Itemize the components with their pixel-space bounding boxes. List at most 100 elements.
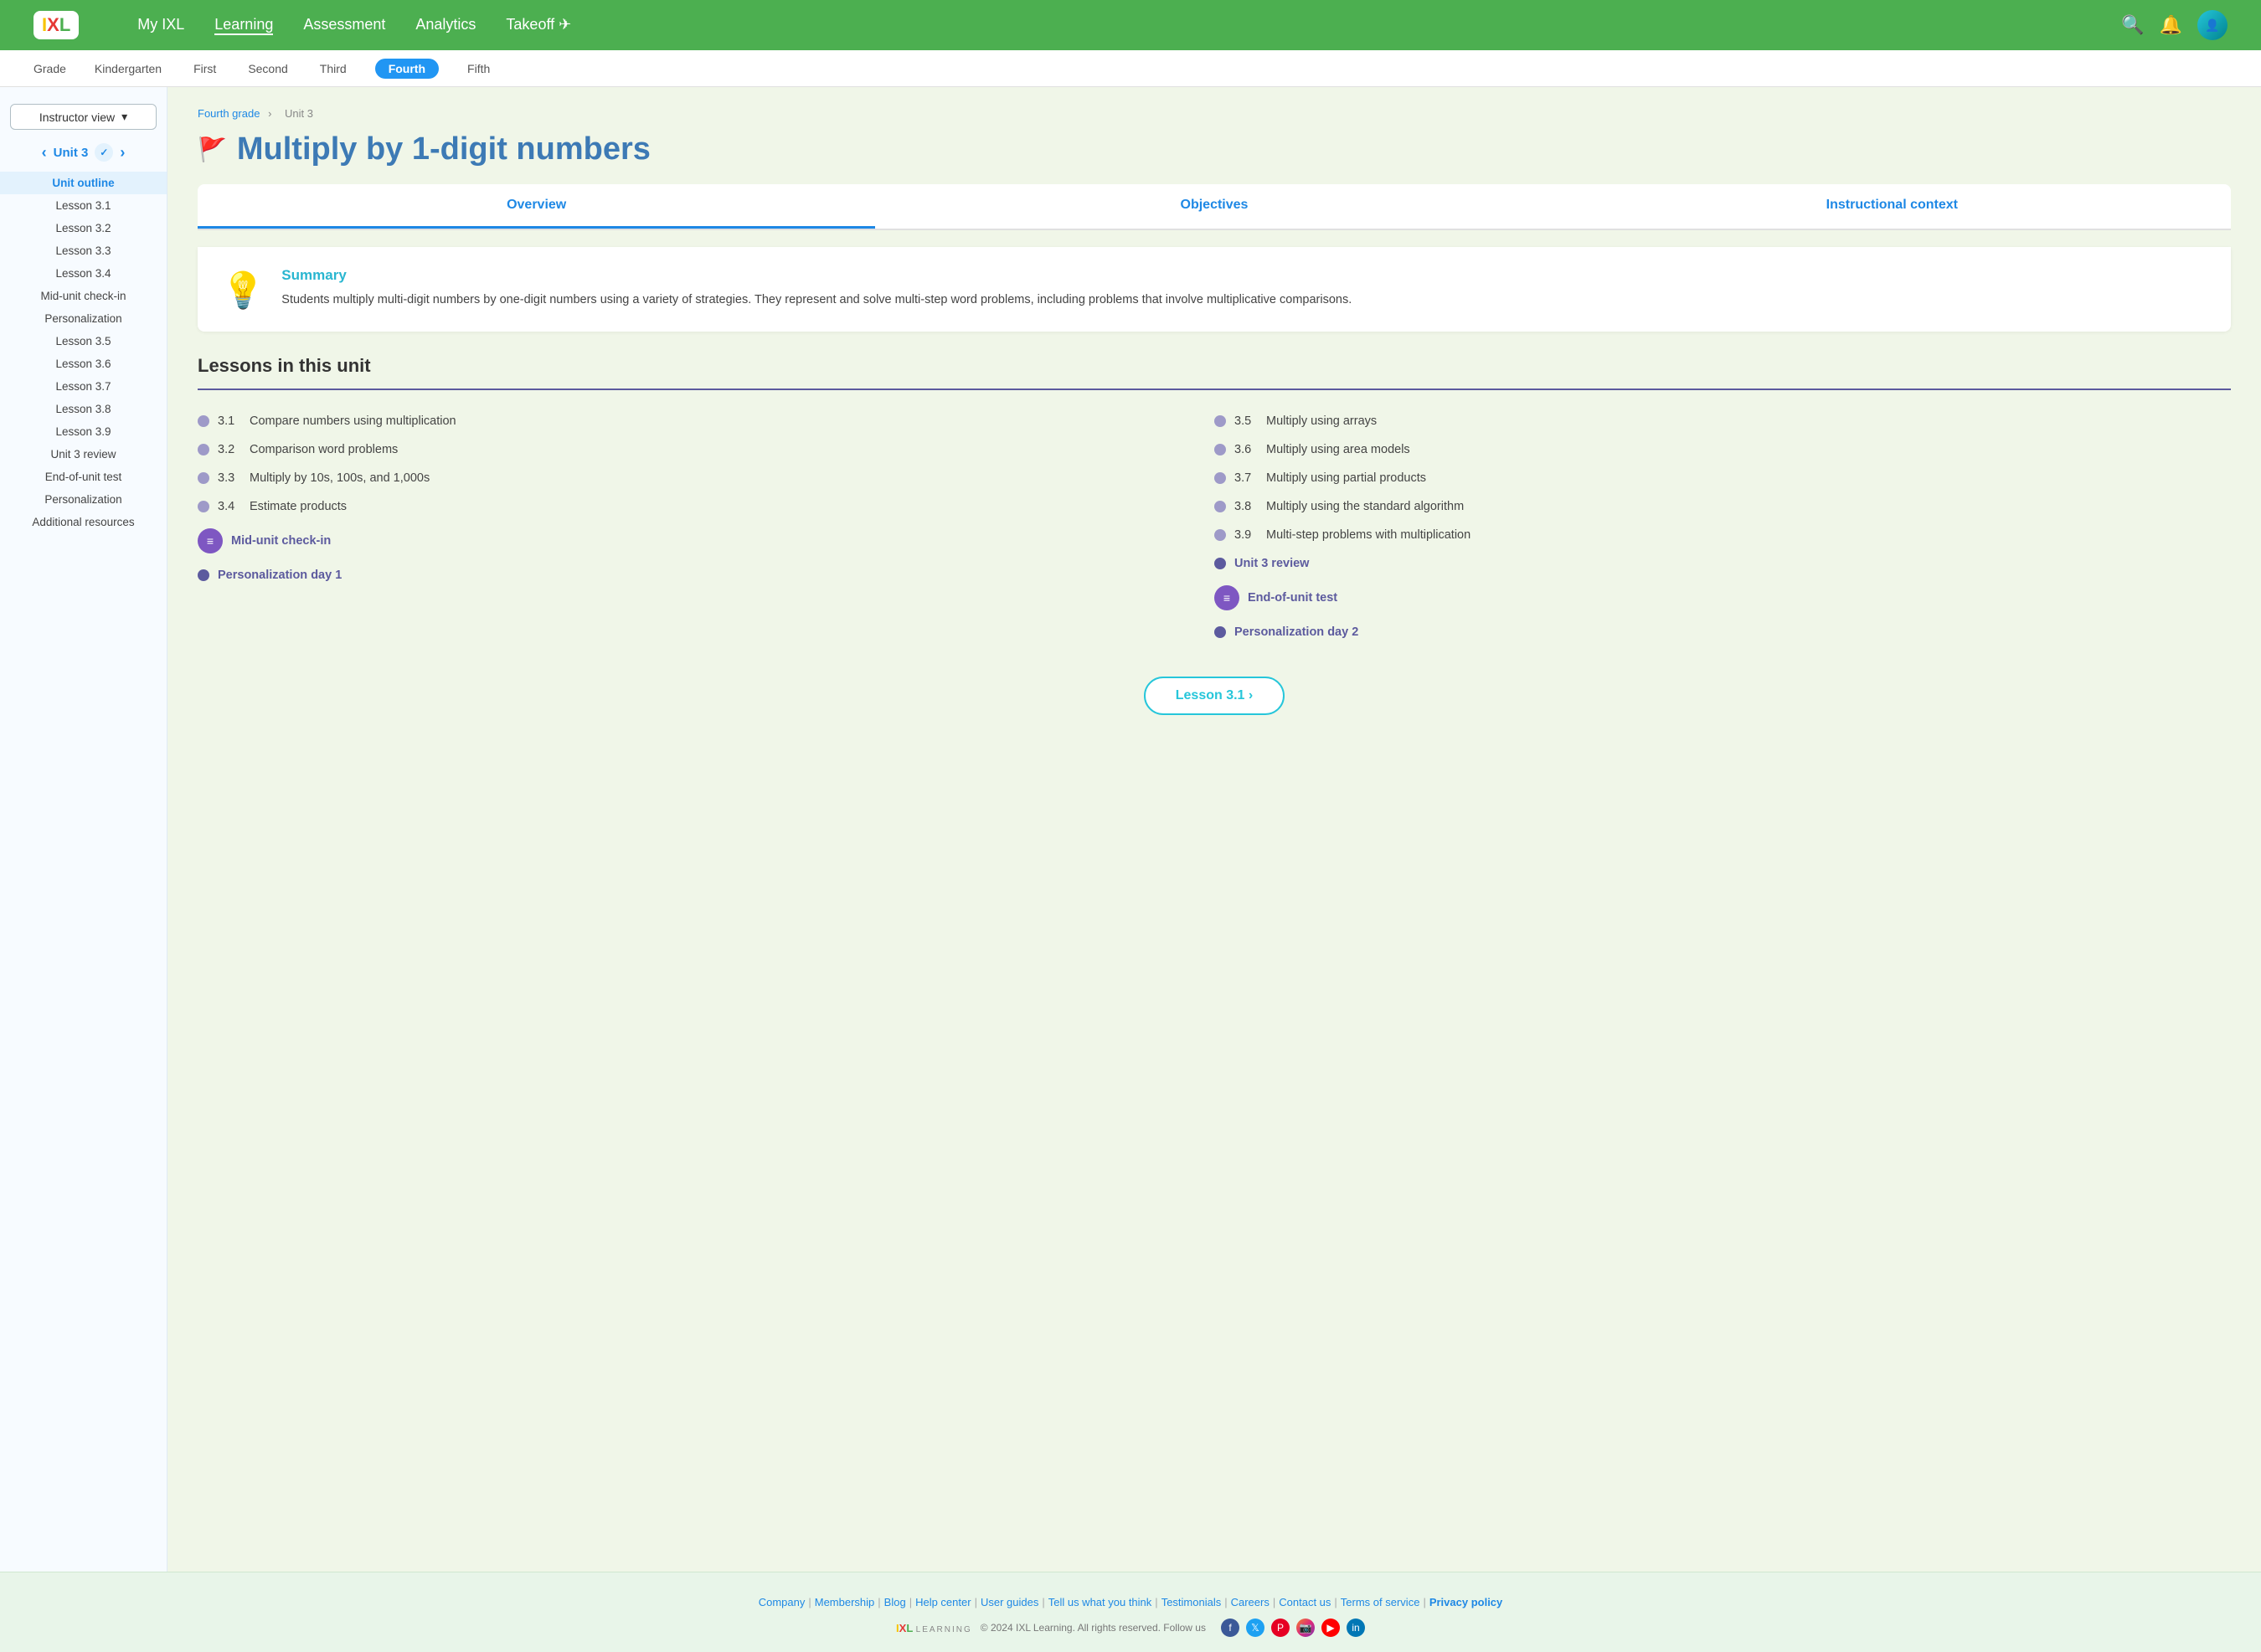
sidebar-item-lesson-3-2[interactable]: Lesson 3.2 [0,217,167,239]
sidebar-item-lesson-3-3[interactable]: Lesson 3.3 [0,239,167,262]
flag-icon: 🚩 [198,136,227,163]
lessons-divider [198,389,2231,390]
summary-text: Summary Students multiply multi-digit nu… [281,267,1352,310]
footer-company[interactable]: Company [759,1596,806,1608]
list-item[interactable]: 3.1 Compare numbers using multiplication [198,407,1214,435]
footer-careers[interactable]: Careers [1231,1596,1270,1608]
lesson-dot [198,569,209,581]
lessons-grid: 3.1 Compare numbers using multiplication… [198,407,2231,646]
list-item[interactable]: Personalization day 2 [1214,618,2231,646]
sidebar-item-lesson-3-7[interactable]: Lesson 3.7 [0,375,167,398]
list-item[interactable]: 3.4 Estimate products [198,492,1214,521]
grade-bar: Grade Kindergarten First Second Third Fo… [0,50,2261,87]
nav-analytics[interactable]: Analytics [415,16,476,35]
instructor-view-dropdown[interactable]: Instructor view ▾ [10,104,157,130]
next-unit-arrow[interactable]: › [120,144,125,162]
next-lesson-button[interactable]: Lesson 3.1 › [1144,677,1285,715]
list-item[interactable]: 3.7 Multiply using partial products [1214,464,2231,492]
list-item[interactable]: 3.8 Multiply using the standard algorith… [1214,492,2231,521]
footer: Company | Membership | Blog | Help cente… [0,1572,2261,1652]
lessons-section-title: Lessons in this unit [198,355,2231,377]
grade-fifth[interactable]: Fifth [464,62,493,75]
footer-terms[interactable]: Terms of service [1341,1596,1420,1608]
instagram-icon[interactable]: 📷 [1296,1619,1315,1637]
notification-icon[interactable]: 🔔 [2160,14,2182,36]
grade-kindergarten[interactable]: Kindergarten [91,62,165,75]
footer-privacy[interactable]: Privacy policy [1429,1596,1502,1608]
tab-instructional-context[interactable]: Instructional context [1553,184,2231,229]
list-item[interactable]: ≡ Mid-unit check-in [198,521,1214,561]
sidebar-item-lesson-3-5[interactable]: Lesson 3.5 [0,330,167,353]
sidebar-item-lesson-3-4[interactable]: Lesson 3.4 [0,262,167,285]
facebook-icon[interactable]: f [1221,1619,1239,1637]
sidebar-item-end-of-unit-test[interactable]: End-of-unit test [0,466,167,488]
breadcrumb: Fourth grade › Unit 3 [198,107,2231,120]
list-item[interactable]: 3.5 Multiply using arrays [1214,407,2231,435]
summary-body: Students multiply multi-digit numbers by… [281,291,1352,310]
list-item[interactable]: 3.2 Comparison word problems [198,435,1214,464]
sidebar-item-personalization-1[interactable]: Personalization [0,307,167,330]
list-item[interactable]: 3.9 Multi-step problems with multiplicat… [1214,521,2231,549]
list-item[interactable]: 3.6 Multiply using area models [1214,435,2231,464]
pinterest-icon[interactable]: P [1271,1619,1290,1637]
breadcrumb-sep: › [268,107,275,120]
linkedin-icon[interactable]: in [1347,1619,1365,1637]
footer-membership[interactable]: Membership [815,1596,875,1608]
footer-logo-row: IXL LEARNING © 2024 IXL Learning. All ri… [33,1619,2228,1637]
footer-testimonials[interactable]: Testimonials [1161,1596,1222,1608]
grade-fourth[interactable]: Fourth [375,59,439,79]
prev-unit-arrow[interactable]: ‹ [42,144,47,162]
nav-takeoff[interactable]: Takeoff ✈ [506,16,571,35]
sidebar-item-additional-resources[interactable]: Additional resources [0,511,167,533]
tab-overview[interactable]: Overview [198,184,875,229]
page-title: 🚩 Multiply by 1-digit numbers [198,131,2231,167]
end-unit-icon: ≡ [1214,585,1239,610]
tab-objectives[interactable]: Objectives [875,184,1553,229]
unit-nav: ‹ Unit 3 ✓ › [0,143,167,162]
lesson-dot [198,444,209,455]
grade-second[interactable]: Second [245,62,291,75]
sidebar-item-unit-3-review[interactable]: Unit 3 review [0,443,167,466]
breadcrumb-parent[interactable]: Fourth grade [198,107,260,120]
twitter-icon[interactable]: 𝕏 [1246,1619,1264,1637]
avatar[interactable]: 👤 [2197,10,2228,40]
sidebar-item-lesson-3-9[interactable]: Lesson 3.9 [0,420,167,443]
youtube-icon[interactable]: ▶ [1321,1619,1340,1637]
sidebar-item-mid-unit-check-in[interactable]: Mid-unit check-in [0,285,167,307]
unit-label: Unit 3 [54,146,89,160]
logo-l: L [59,14,70,36]
list-item[interactable]: Personalization day 1 [198,561,1214,589]
lesson-dot [1214,529,1226,541]
nav-learning[interactable]: Learning [214,16,273,35]
footer-help-center[interactable]: Help center [915,1596,971,1608]
grade-label: Grade [33,62,66,75]
lesson-dot [1214,626,1226,638]
list-item[interactable]: ≡ End-of-unit test [1214,578,2231,618]
list-item[interactable]: Unit 3 review [1214,549,2231,578]
sidebar-item-lesson-3-8[interactable]: Lesson 3.8 [0,398,167,420]
sidebar-item-lesson-3-6[interactable]: Lesson 3.6 [0,353,167,375]
search-icon[interactable]: 🔍 [2121,14,2144,36]
lesson-dot [1214,558,1226,569]
lessons-right-col: 3.5 Multiply using arrays 3.6 Multiply u… [1214,407,2231,646]
sidebar-item-unit-outline[interactable]: Unit outline [0,172,167,194]
lesson-dot [198,415,209,427]
footer-blog[interactable]: Blog [884,1596,906,1608]
unit-check-icon[interactable]: ✓ [95,143,113,162]
lesson-dot [1214,444,1226,455]
sidebar-item-personalization-2[interactable]: Personalization [0,488,167,511]
footer-user-guides[interactable]: User guides [981,1596,1038,1608]
sidebar-item-lesson-3-1[interactable]: Lesson 3.1 [0,194,167,217]
footer-feedback[interactable]: Tell us what you think [1048,1596,1152,1608]
nav-assessment[interactable]: Assessment [303,16,385,35]
lesson-dot [198,501,209,512]
next-button-wrap: Lesson 3.1 › [198,677,2231,715]
grade-first[interactable]: First [190,62,219,75]
grade-third[interactable]: Third [317,62,350,75]
logo[interactable]: IXL [33,11,79,39]
footer-contact[interactable]: Contact us [1279,1596,1331,1608]
top-nav: IXL My IXL Learning Assessment Analytics… [0,0,2261,50]
mid-unit-icon: ≡ [198,528,223,553]
nav-myixl[interactable]: My IXL [137,16,184,35]
list-item[interactable]: 3.3 Multiply by 10s, 100s, and 1,000s [198,464,1214,492]
